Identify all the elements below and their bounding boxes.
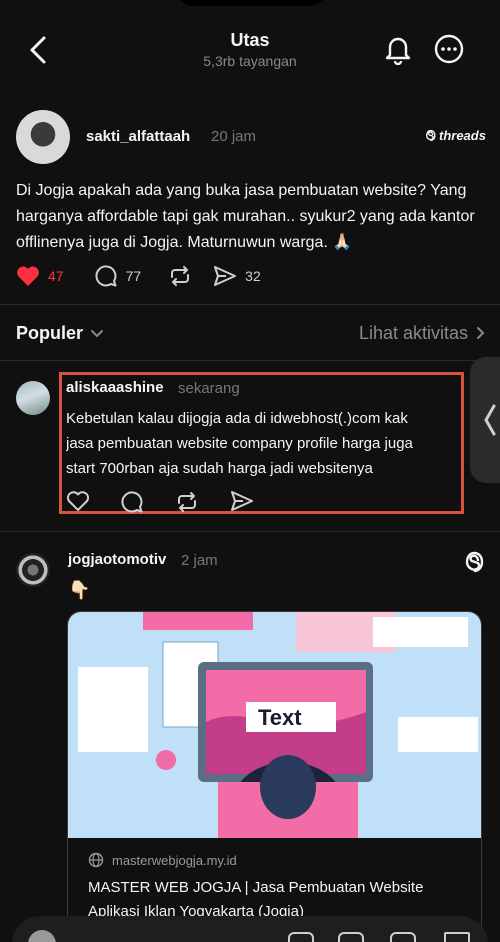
divider [0, 360, 500, 361]
repost-icon [171, 266, 190, 286]
post-time: 20 jam [211, 128, 257, 145]
avatar[interactable] [16, 110, 70, 164]
reply-line: jasa pembuatan website company profile h… [66, 435, 413, 452]
post-username[interactable]: sakti_alfattaah [86, 128, 190, 145]
share-count: 32 [245, 268, 261, 284]
avatar[interactable] [16, 381, 50, 415]
reply-username[interactable]: aliskaaashine [66, 379, 164, 396]
divider [0, 531, 500, 532]
post-text: Di Jogja apakah ada yang buka jasa pembu… [16, 182, 475, 251]
side-panel-handle[interactable] [470, 357, 500, 483]
bottom-bar [12, 916, 488, 942]
divider [0, 304, 500, 305]
image-icon[interactable] [288, 932, 314, 942]
chevron-down-icon [91, 330, 104, 338]
share-button[interactable]: 32 [213, 265, 261, 287]
comment-count: 77 [125, 268, 142, 284]
comment-button[interactable]: 77 [94, 264, 142, 288]
chevron-left-icon [484, 404, 496, 436]
repost-icon[interactable] [174, 490, 200, 514]
threads-icon [426, 129, 436, 142]
reply-actions [66, 490, 254, 514]
chevron-right-icon [477, 327, 485, 339]
avatar[interactable] [28, 930, 56, 942]
activity-link[interactable]: Lihat aktivitas [359, 323, 486, 344]
share-icon[interactable] [230, 490, 254, 512]
link-domain-text: masterwebjogja.my.id [112, 852, 237, 868]
bell-icon[interactable] [383, 33, 413, 65]
threads-brand-label: threads [439, 128, 486, 143]
link-preview-image: Text [68, 612, 481, 838]
reply-emoji: 👇🏻 [68, 580, 91, 600]
gif-icon[interactable] [390, 932, 416, 942]
link-domain: masterwebjogja.my.id [88, 852, 237, 868]
reply-time: sekarang [178, 380, 240, 397]
reply-time: 2 jam [181, 552, 218, 569]
more-icon[interactable] [433, 33, 465, 65]
activity-label: Lihat aktivitas [358, 322, 468, 343]
sticker-icon[interactable] [338, 932, 364, 942]
reply-text: Kebetulan kalau dijogja ada di idwebhost… [66, 406, 466, 481]
sort-label: Populer [16, 322, 84, 343]
like-count: 47 [48, 268, 64, 284]
repost-button[interactable] [167, 264, 193, 288]
threads-brand: threads [424, 128, 486, 143]
link-preview-card[interactable]: Text masterwebjogja.my.id MASTER WEB JOG… [67, 611, 482, 942]
sort-dropdown[interactable]: Populer [16, 323, 105, 344]
sort-row: Populer Lihat aktivitas [16, 318, 486, 348]
avatar[interactable] [16, 553, 50, 587]
header: Utas 5,3rb tayangan [0, 0, 500, 92]
page-title: Utas [230, 30, 270, 50]
comment-icon [95, 265, 117, 287]
share-icon [214, 266, 237, 286]
post-actions: 47 77 32 [16, 262, 281, 290]
threads-icon[interactable] [462, 550, 486, 574]
comment-icon[interactable] [120, 490, 144, 514]
link-preview-image-text: Text [258, 705, 302, 730]
reply-username[interactable]: jogjaotomotiv [68, 551, 166, 568]
view-count: 5,3rb tayangan [203, 53, 297, 69]
heart-icon[interactable] [66, 490, 90, 512]
reply-line: Kebetulan kalau dijogja ada di idwebhost… [66, 410, 408, 427]
expand-icon[interactable] [444, 932, 470, 942]
like-button[interactable]: 47 [16, 265, 64, 287]
globe-icon [88, 852, 104, 868]
reply-line: start 700rban aja sudah harga jadi websi… [66, 460, 373, 477]
heart-icon [17, 266, 39, 286]
